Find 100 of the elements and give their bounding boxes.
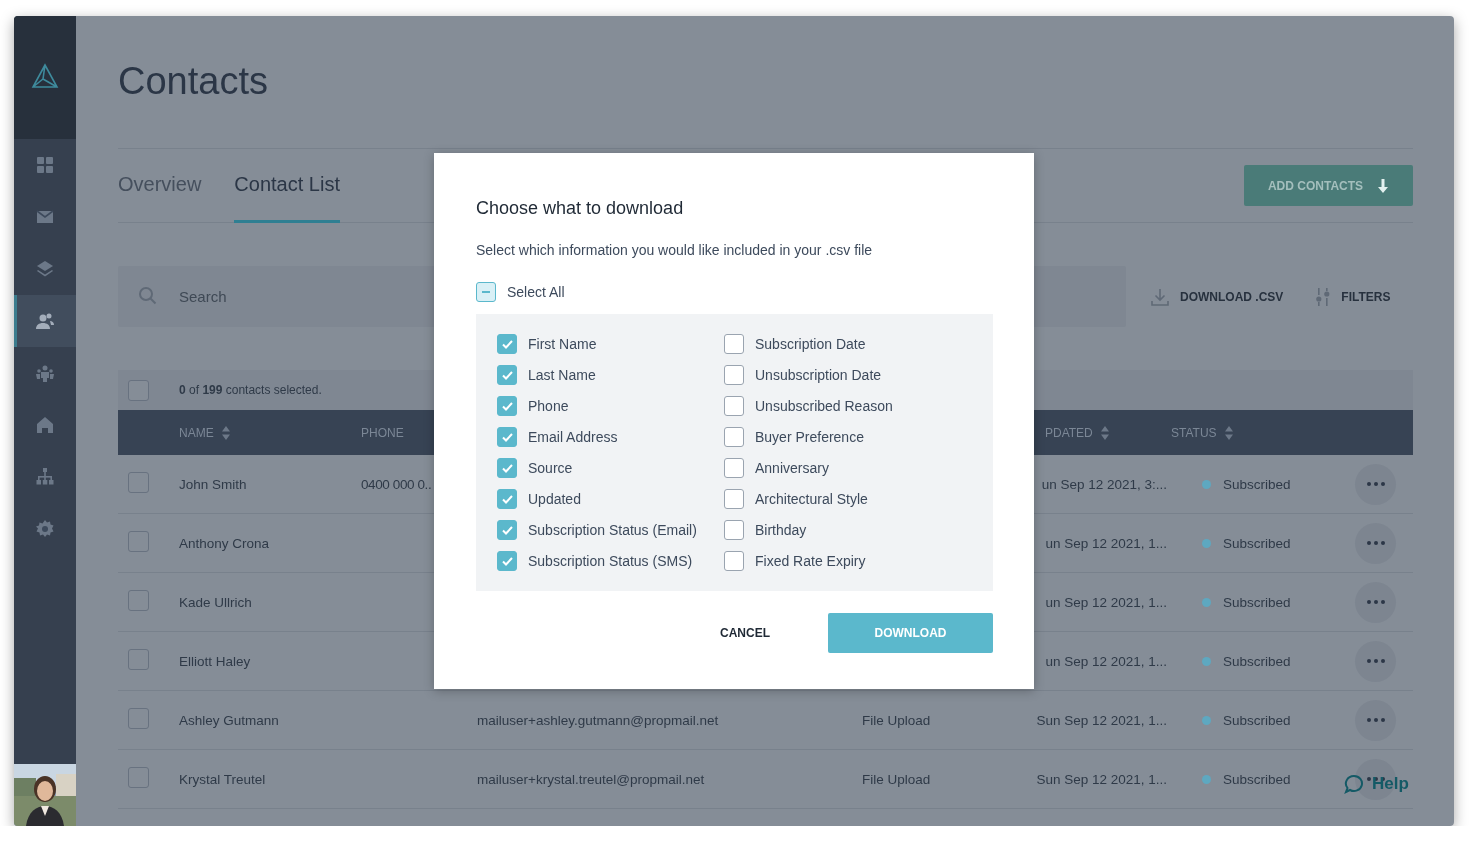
table-cell: 0400 000 0.. xyxy=(361,476,432,492)
checkmark-icon xyxy=(501,401,513,411)
layers-icon xyxy=(35,259,55,279)
checkbox[interactable] xyxy=(128,379,149,401)
status-label: Subscribed xyxy=(1223,535,1291,551)
download-csv-button[interactable]: DOWNLOAD .CSV xyxy=(1150,286,1284,307)
table-cell: File Upload xyxy=(862,771,931,787)
selection-count: 0 of 199 contacts selected. xyxy=(179,383,323,397)
hierarchy-icon xyxy=(35,467,55,487)
checkbox[interactable] xyxy=(128,472,149,493)
more-icon xyxy=(1366,718,1385,722)
table-cell: Elliott Haley xyxy=(179,653,251,669)
column-header: PHONE xyxy=(361,425,404,440)
checkbox-label[interactable]: Subscription Date xyxy=(755,336,866,352)
more-icon xyxy=(1366,482,1385,486)
checkbox[interactable] xyxy=(724,489,744,509)
checkbox[interactable] xyxy=(497,365,517,385)
checkbox-label[interactable]: Architectural Style xyxy=(755,491,868,507)
cancel-button[interactable]: CANCEL xyxy=(695,613,795,653)
checkbox-label[interactable]: Unsubscription Date xyxy=(755,367,882,383)
checkbox[interactable] xyxy=(724,365,744,385)
arrow-down-icon xyxy=(1377,178,1390,193)
more-button[interactable] xyxy=(1355,581,1396,623)
status-label: Subscribed xyxy=(1223,771,1291,787)
more-button[interactable] xyxy=(1355,463,1396,505)
checkbox[interactable] xyxy=(724,396,744,416)
checkbox-label[interactable]: Source xyxy=(528,460,573,476)
more-button[interactable] xyxy=(1355,699,1396,741)
checkmark-icon xyxy=(501,556,513,566)
checkbox[interactable] xyxy=(128,708,149,729)
checkbox-label[interactable]: Unsubscribed Reason xyxy=(755,398,893,414)
more-button[interactable] xyxy=(1355,640,1396,682)
checkbox-label[interactable]: Buyer Preference xyxy=(755,429,864,445)
checkbox-label[interactable]: Updated xyxy=(528,491,581,507)
checkbox[interactable] xyxy=(128,649,149,670)
sidebar-item[interactable] xyxy=(14,295,76,347)
table-cell: Sun Sep 12 2021, 1... xyxy=(1036,771,1167,787)
dash-icon xyxy=(482,291,490,293)
table-cell: Sun Sep 12 2021, 1... xyxy=(1036,712,1167,728)
checkbox-label[interactable]: Subscription Status (Email) xyxy=(528,522,697,538)
table-cell: Kade Ullrich xyxy=(179,594,252,610)
dialog-title: Choose what to download xyxy=(476,197,685,219)
checkbox[interactable] xyxy=(724,458,744,478)
sort-icon xyxy=(1224,425,1233,440)
checkbox[interactable] xyxy=(497,520,517,540)
more-icon xyxy=(1366,541,1385,545)
checkbox[interactable] xyxy=(128,531,149,552)
checkbox[interactable] xyxy=(128,767,149,788)
checkbox[interactable] xyxy=(724,427,744,447)
table-cell: File Upload xyxy=(862,712,931,728)
checkbox-label[interactable]: Subscription Status (SMS) xyxy=(528,553,693,569)
more-icon xyxy=(1366,659,1385,663)
table-cell: un Sep 12 2021, 3:... xyxy=(1041,476,1167,492)
group-icon xyxy=(35,363,55,383)
checkbox[interactable] xyxy=(497,334,517,354)
search-icon xyxy=(138,286,158,306)
checkbox-label[interactable]: Anniversary xyxy=(755,460,829,476)
checkbox[interactable] xyxy=(724,334,744,354)
checkmark-icon xyxy=(501,432,513,442)
dialog-description: Select which information you would like included in your .csv file xyxy=(476,241,874,259)
settings-icon xyxy=(35,519,55,539)
checkbox-label[interactable]: First Name xyxy=(528,336,597,352)
status-label: Subscribed xyxy=(1223,653,1291,669)
checkbox-label[interactable]: Phone xyxy=(528,398,569,414)
checkbox[interactable] xyxy=(724,520,744,540)
checkbox[interactable] xyxy=(497,396,517,416)
checkbox[interactable] xyxy=(724,551,744,571)
checkbox[interactable] xyxy=(476,282,496,302)
checkbox[interactable] xyxy=(497,458,517,478)
checkbox-label[interactable]: Email Address xyxy=(528,429,618,445)
table-cell: un Sep 12 2021, 1... xyxy=(1045,653,1167,669)
table-cell: un Sep 12 2021, 1... xyxy=(1045,535,1167,551)
checkmark-icon xyxy=(501,463,513,473)
tab[interactable]: Contact List xyxy=(234,149,340,223)
table-cell: mailuser+krystal.treutel@propmail.net xyxy=(477,771,705,787)
checkbox-label[interactable]: Last Name xyxy=(528,367,596,383)
status-label: Subscribed xyxy=(1223,712,1291,728)
checkbox[interactable] xyxy=(497,551,517,571)
filters-button[interactable]: FILTERS xyxy=(1315,286,1391,307)
more-icon xyxy=(1366,600,1385,604)
checkbox-label[interactable]: Select All xyxy=(507,284,565,300)
sort-icon xyxy=(221,425,230,440)
grid-icon xyxy=(35,155,55,175)
table-cell: mailuser+ashley.gutmann@propmail.net xyxy=(477,712,719,728)
checkbox[interactable] xyxy=(128,590,149,611)
people-icon xyxy=(35,311,55,331)
more-button[interactable] xyxy=(1355,522,1396,564)
checkbox-label[interactable]: Fixed Rate Expiry xyxy=(755,553,866,569)
chat-icon xyxy=(1344,774,1364,794)
table-cell: un Sep 12 2021, 1... xyxy=(1045,594,1167,610)
house-icon xyxy=(35,415,55,435)
checkbox[interactable] xyxy=(497,489,517,509)
checkbox[interactable] xyxy=(497,427,517,447)
checkmark-icon xyxy=(501,494,513,504)
status-label: Subscribed xyxy=(1223,476,1291,492)
checkmark-icon xyxy=(501,370,513,380)
checkbox-label[interactable]: Birthday xyxy=(755,522,807,538)
sliders-icon xyxy=(1315,286,1332,307)
table-cell: Ashley Gutmann xyxy=(179,712,279,728)
sort-icon xyxy=(1100,425,1109,440)
